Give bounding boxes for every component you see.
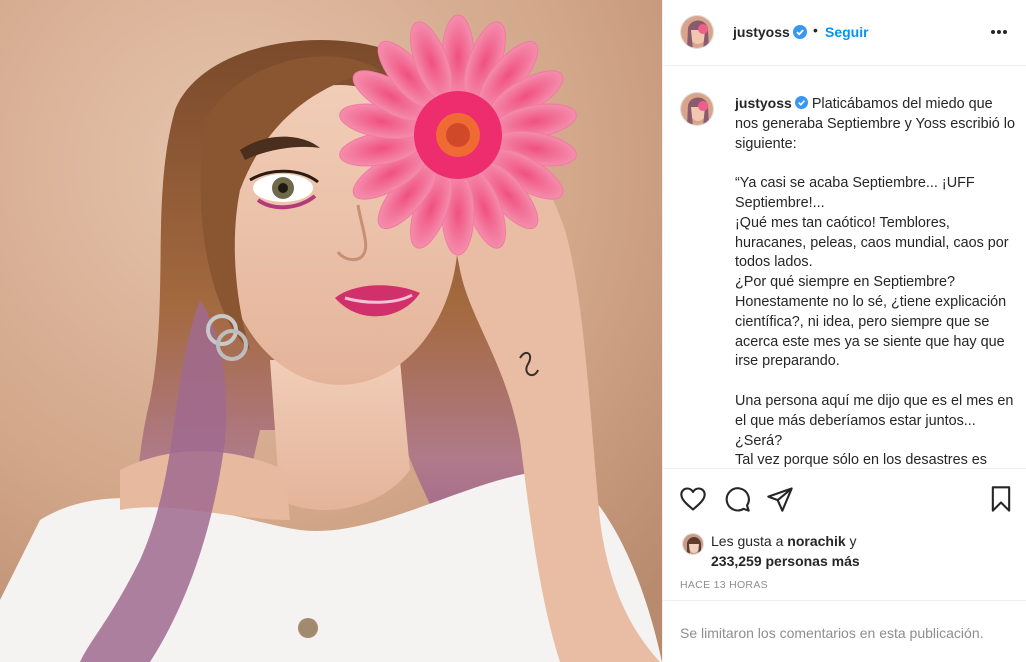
verified-badge-icon [793, 25, 807, 39]
avatar-image [681, 16, 713, 48]
post-photo[interactable] [0, 0, 662, 662]
comment-icon[interactable] [723, 485, 751, 513]
caption-text: Platicábamos del miedo que nos generaba … [735, 96, 1015, 468]
caption-username[interactable]: justyoss [735, 95, 792, 111]
post-photo-illustration [0, 0, 662, 662]
caption-avatar-image [681, 93, 713, 125]
follow-button[interactable]: Seguir [825, 24, 869, 40]
post-details-panel: justyoss • Seguir justyoss Platicábamos … [662, 0, 1026, 662]
caption-comment: justyoss Platicábamos del miedo que nos … [663, 88, 1026, 468]
paper-plane-icon[interactable] [766, 485, 794, 513]
liker-username[interactable]: norachik [787, 533, 845, 549]
more-horizontal-icon[interactable] [989, 22, 1009, 42]
liker-avatar-image [683, 534, 703, 554]
likes-conjunction: y [845, 533, 857, 549]
heart-icon[interactable] [679, 485, 707, 513]
post-header: justyoss • Seguir [663, 0, 1026, 66]
caption-verified-badge-icon [794, 96, 808, 109]
caption-avatar[interactable] [680, 92, 714, 126]
caption-body: justyoss Platicábamos del miedo que nos … [735, 94, 1015, 468]
avatar[interactable] [680, 15, 714, 49]
bookmark-icon[interactable] [987, 485, 1015, 513]
liker-avatar[interactable] [682, 533, 704, 555]
post-timestamp[interactable]: HACE 13 HORAS [680, 579, 768, 591]
likes-summary: Les gusta a norachik y 233,259 personas … [711, 531, 860, 571]
likes-prefix: Les gusta a [711, 533, 788, 549]
likes-count[interactable]: 233,259 personas más [711, 553, 860, 569]
header-username[interactable]: justyoss [733, 24, 790, 40]
comments-footer: Se limitaron los comentarios en esta pub… [663, 600, 1026, 662]
post-actions: Les gusta a norachik y 233,259 personas … [663, 468, 1026, 600]
header-separator: • [813, 22, 818, 38]
comments-limited-notice: Se limitaron los comentarios en esta pub… [680, 625, 984, 641]
